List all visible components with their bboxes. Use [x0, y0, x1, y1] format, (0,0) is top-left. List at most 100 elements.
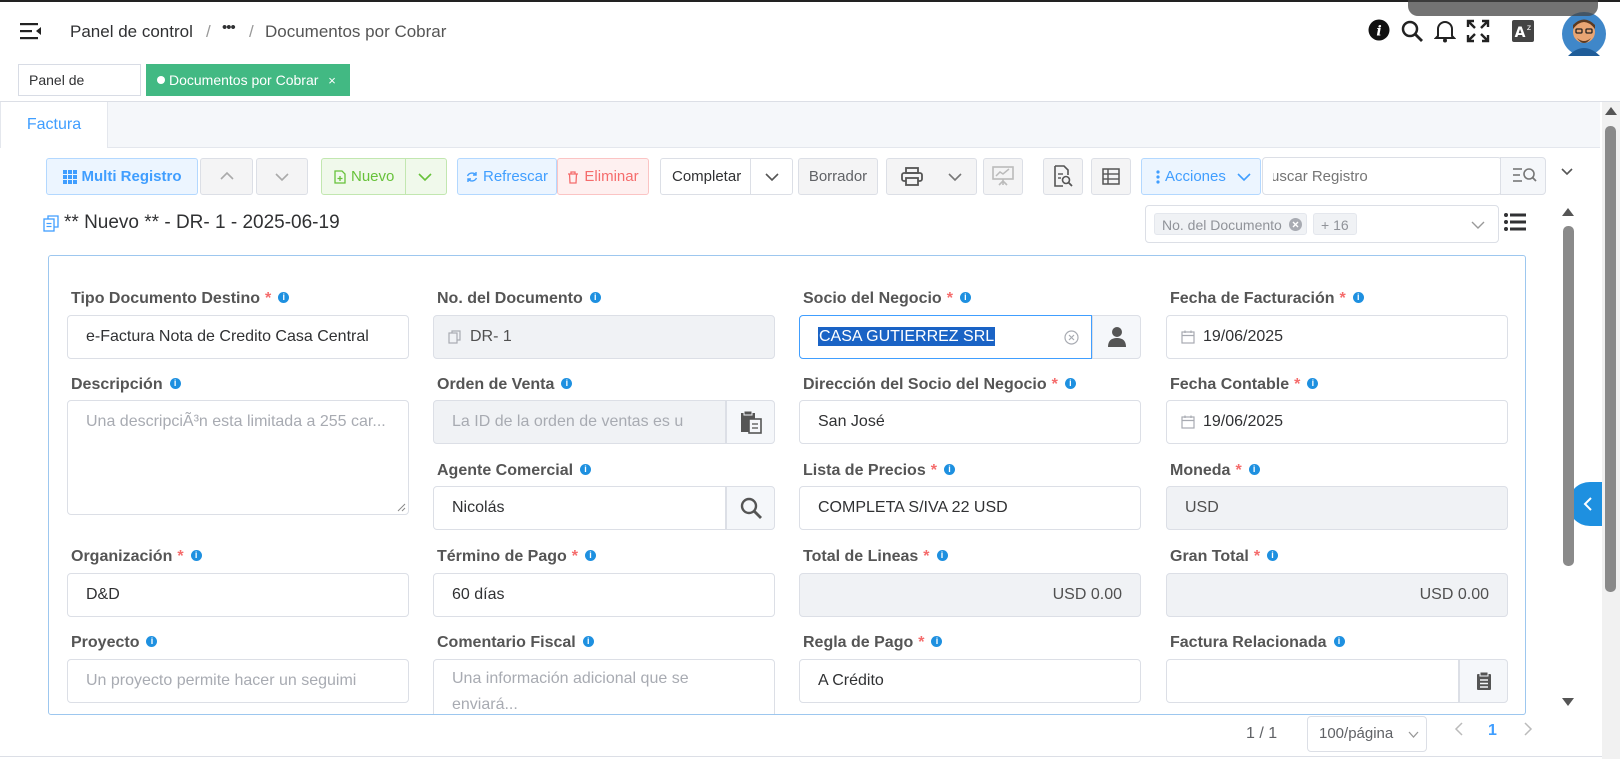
orden-venta-lookup-button[interactable] — [726, 400, 775, 444]
scroll-up-icon[interactable] — [1562, 207, 1574, 217]
tipo-documento-destino-input[interactable]: e-Factura Nota de Credito Casa Central — [67, 315, 409, 359]
chevron-down-icon[interactable] — [765, 172, 779, 182]
column-filter-select[interactable]: No. del Documento + 16 — [1145, 205, 1499, 243]
list-view-icon[interactable] — [1504, 212, 1526, 232]
next-record-button[interactable] — [256, 158, 308, 195]
descripcion-textarea[interactable]: Una descripciÃ³n esta limitada a 255 car… — [67, 400, 409, 515]
info-icon[interactable]: i — [931, 636, 943, 647]
tag-documentos-por-cobrar[interactable]: Documentos por Cobrar × — [146, 64, 350, 96]
tag-panel-de-control[interactable]: Panel de control — [18, 64, 141, 118]
refrescar-label: Refrescar — [482, 168, 549, 185]
info-icon[interactable]: i — [190, 550, 202, 561]
info-icon[interactable]: i — [580, 464, 592, 475]
info-icon[interactable]: i — [1267, 550, 1279, 561]
fecha-facturacion-input[interactable]: 19/06/2025 — [1166, 315, 1508, 359]
language-icon[interactable]: Az — [1512, 20, 1534, 42]
form-scrollbar-thumb[interactable] — [1563, 226, 1574, 566]
report-chart-button[interactable] — [983, 158, 1023, 195]
info-icon[interactable]: i — [1307, 378, 1319, 389]
tab-factura[interactable]: Factura — [0, 102, 108, 148]
field-label: Total de Lineas * i — [803, 548, 948, 566]
acciones-button[interactable]: Acciones — [1141, 158, 1261, 195]
info-icon[interactable]: i — [589, 292, 601, 303]
fecha-contable-input[interactable]: 19/06/2025 — [1166, 400, 1508, 444]
clear-icon[interactable] — [1064, 330, 1079, 345]
multi-registro-label: Multi Registro — [81, 168, 182, 185]
column-chip-label: No. del Documento — [1162, 217, 1282, 233]
fullscreen-icon[interactable] — [1466, 19, 1490, 43]
termino-pago-input[interactable]: 60 días — [433, 573, 775, 617]
agente-lookup-button[interactable] — [726, 486, 775, 530]
proyecto-input[interactable]: Un proyecto permite hacer un seguimi — [67, 659, 409, 703]
field-label: Comentario Fiscal i — [437, 634, 594, 652]
vertical-dots-icon — [1156, 170, 1160, 184]
info-icon[interactable]: i — [1064, 378, 1076, 389]
search-record-button[interactable] — [1500, 157, 1546, 195]
lista-precios-input[interactable]: COMPLETA S/IVA 22 USD — [799, 486, 1141, 530]
direccion-socio-input[interactable]: San José — [799, 400, 1141, 444]
svg-text:A: A — [1515, 25, 1526, 41]
breadcrumb-ellipsis[interactable]: ••• — [222, 19, 236, 36]
resize-handle-icon[interactable] — [397, 503, 406, 512]
refresh-icon — [466, 171, 478, 183]
agente-comercial-input[interactable]: Nicolás — [433, 486, 726, 530]
info-icon[interactable]: i — [278, 292, 290, 303]
info-icon[interactable]: i — [943, 464, 955, 475]
info-icon[interactable]: i — [1248, 464, 1260, 475]
breadcrumb-home[interactable]: Panel de control — [70, 22, 193, 42]
field-label: Socio del Negocio * i — [803, 290, 971, 308]
chevron-down-icon[interactable] — [1237, 172, 1251, 182]
collapse-toolbar-icon[interactable] — [1561, 168, 1573, 176]
search-icon[interactable] — [1400, 19, 1424, 43]
copy-record-icon[interactable] — [43, 215, 59, 232]
tag-label: Documentos por Cobrar — [169, 72, 319, 88]
chevron-down-icon[interactable] — [948, 172, 962, 182]
calendar-icon — [1181, 330, 1195, 344]
info-icon[interactable]: i — [146, 636, 158, 647]
next-page-icon[interactable] — [1524, 722, 1533, 736]
chip-remove-icon[interactable] — [1288, 218, 1302, 231]
tag-close-icon[interactable]: × — [328, 73, 336, 88]
nuevo-button[interactable]: Nuevo — [321, 158, 447, 195]
factura-lookup-button[interactable] — [1459, 659, 1508, 703]
regla-pago-input[interactable]: A Crédito — [799, 659, 1141, 703]
page-scrollbar-thumb[interactable] — [1605, 126, 1616, 592]
search-record-input[interactable] — [1263, 158, 1501, 194]
info-icon[interactable]: i — [585, 550, 597, 561]
info-icon[interactable]: i — [936, 550, 948, 561]
page-scroll-up-icon[interactable] — [1605, 106, 1617, 116]
info-icon[interactable]: i — [561, 378, 573, 389]
chevron-down-icon[interactable] — [418, 172, 432, 182]
info-icon[interactable]: i — [1368, 19, 1390, 41]
avatar[interactable] — [1562, 12, 1606, 56]
previous-record-button[interactable] — [200, 158, 253, 195]
scroll-down-icon[interactable] — [1562, 697, 1574, 707]
print-button[interactable] — [886, 158, 977, 195]
field-label: Regla de Pago * i — [803, 634, 943, 652]
info-icon[interactable]: i — [582, 636, 594, 647]
eliminar-button[interactable]: Eliminar — [557, 158, 649, 195]
bell-icon[interactable] — [1434, 19, 1456, 43]
prev-page-icon[interactable] — [1454, 722, 1463, 736]
info-icon[interactable]: i — [169, 378, 181, 389]
calendar-icon — [1181, 415, 1195, 429]
comentario-fiscal-textarea[interactable]: Una información adicional que se enviará… — [433, 659, 775, 714]
organizacion-input[interactable]: D&D — [67, 573, 409, 617]
factura-relacionada-input[interactable] — [1166, 659, 1459, 703]
tree-list-button[interactable] — [1091, 158, 1131, 195]
info-icon[interactable]: i — [959, 292, 971, 303]
info-icon[interactable]: i — [1352, 292, 1364, 303]
refrescar-button[interactable]: Refrescar — [457, 158, 557, 195]
field-label: Tipo Documento Destino * i — [71, 290, 290, 308]
column-more-chip: + 16 — [1313, 213, 1357, 235]
info-icon[interactable]: i — [1333, 636, 1345, 647]
hamburger-menu-icon[interactable] — [20, 21, 42, 41]
find-doc-button[interactable] — [1043, 158, 1083, 195]
multi-registro-button[interactable]: Multi Registro — [46, 158, 198, 195]
socio-lookup-button[interactable] — [1092, 315, 1141, 359]
nuevo-label: Nuevo — [351, 168, 395, 185]
current-page[interactable]: 1 — [1488, 722, 1497, 740]
doc-action-select[interactable]: Completar — [660, 158, 793, 195]
socio-negocio-input[interactable]: CASA GUTIERREZ SRL — [799, 315, 1092, 359]
page-size-select[interactable]: 100/página — [1307, 716, 1427, 752]
